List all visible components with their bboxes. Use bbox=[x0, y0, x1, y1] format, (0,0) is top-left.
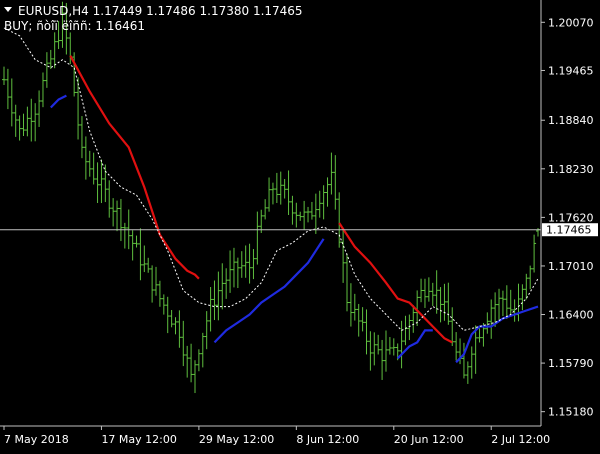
x-tick-label: 17 May 12:00 bbox=[101, 433, 176, 446]
y-tick-label: 1.16400 bbox=[548, 309, 594, 322]
x-tick-label: 8 Jun 12:00 bbox=[296, 433, 359, 446]
chart-background bbox=[0, 0, 600, 450]
y-tick-label: 1.18840 bbox=[548, 114, 594, 127]
current-price-label: 1.17465 bbox=[546, 224, 592, 237]
y-tick-label: 1.15180 bbox=[548, 406, 594, 419]
indicator-status-text: BUY; ñòîï ëîññ: 1.16461 bbox=[4, 19, 145, 33]
price-chart[interactable]: 1.17465 1.20070 1.19465 1.18840 1.18230 1.17… bbox=[0, 0, 600, 450]
x-tick-label: 7 May 2018 bbox=[4, 433, 69, 446]
price-axis: 1.20070 1.19465 1.18840 1.18230 1.17620 1.170… bbox=[541, 16, 594, 419]
chart-window[interactable]: 1.17465 1.20070 1.19465 1.18840 1.18230 1.17… bbox=[0, 0, 600, 450]
x-tick-label: 29 May 12:00 bbox=[199, 433, 274, 446]
y-tick-label: 1.15790 bbox=[548, 357, 594, 370]
x-tick-label: 2 Jul 12:00 bbox=[491, 433, 550, 446]
symbol-ohlc-text: EURUSD,H4 1.17449 1.17486 1.17380 1.1746… bbox=[18, 4, 303, 18]
y-tick-label: 1.19465 bbox=[548, 64, 594, 77]
y-tick-label: 1.18230 bbox=[548, 163, 594, 176]
y-tick-label: 1.20070 bbox=[548, 16, 594, 29]
y-tick-label: 1.17620 bbox=[548, 211, 594, 224]
y-tick-label: 1.17010 bbox=[548, 260, 594, 273]
x-tick-label: 20 Jun 12:00 bbox=[394, 433, 464, 446]
